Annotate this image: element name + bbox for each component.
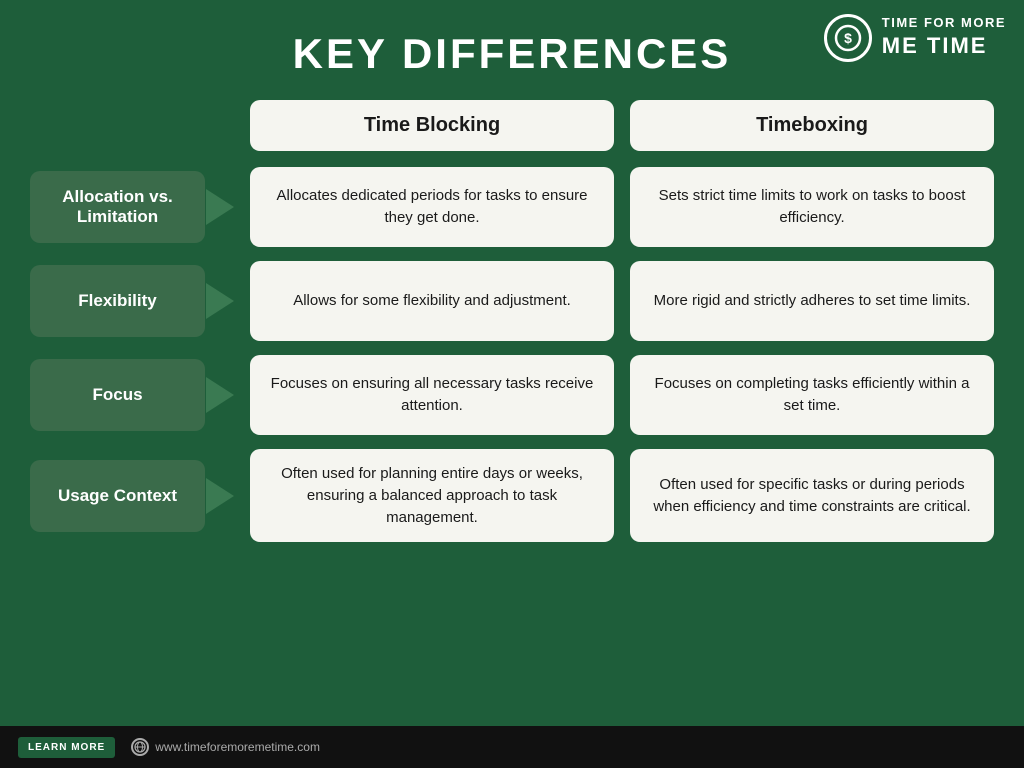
table-row: Focus Focuses on ensuring all necessary …: [30, 355, 994, 435]
cell-time-blocking-2: Focuses on ensuring all necessary tasks …: [250, 355, 614, 435]
cell-time-blocking-0: Allocates dedicated periods for tasks to…: [250, 167, 614, 247]
row-label-allocation: Allocation vs. Limitation: [30, 171, 205, 243]
row-cells: Allows for some flexibility and adjustme…: [250, 261, 994, 341]
cell-time-blocking-3: Often used for planning entire days or w…: [250, 449, 614, 542]
logo-line1: TIME FOR MORE: [882, 15, 1006, 32]
table-row: Usage Context Often used for planning en…: [30, 449, 994, 542]
row-arrow-icon: [206, 478, 234, 514]
svg-text:$: $: [844, 30, 852, 46]
cell-time-blocking-1: Allows for some flexibility and adjustme…: [250, 261, 614, 341]
row-arrow-icon: [206, 189, 234, 225]
logo-line2: ME TIME: [882, 32, 1006, 61]
bottom-bar: LEARN MORE www.timeforemoremetime.com: [0, 726, 1024, 768]
row-cells: Allocates dedicated periods for tasks to…: [250, 167, 994, 247]
page-wrapper: $ TIME FOR MORE ME TIME KEY DIFFERENCES …: [0, 0, 1024, 768]
row-cells: Focuses on ensuring all necessary tasks …: [250, 355, 994, 435]
cell-timeboxing-1: More rigid and strictly adheres to set t…: [630, 261, 994, 341]
cell-timeboxing-3: Often used for specific tasks or during …: [630, 449, 994, 542]
cell-timeboxing-2: Focuses on completing tasks efficiently …: [630, 355, 994, 435]
logo-text: TIME FOR MORE ME TIME: [882, 15, 1006, 60]
rows-container: Allocation vs. Limitation Allocates dedi…: [30, 167, 994, 542]
row-arrow-icon: [206, 377, 234, 413]
row-label-flexibility: Flexibility: [30, 265, 205, 337]
row-label-wrap: Focus: [30, 359, 220, 431]
table-row: Flexibility Allows for some flexibility …: [30, 261, 994, 341]
website-url-text: www.timeforemoremetime.com: [155, 740, 320, 754]
row-label-wrap: Flexibility: [30, 265, 220, 337]
row-cells: Often used for planning entire days or w…: [250, 449, 994, 542]
col-header-time-blocking: Time Blocking: [250, 100, 614, 151]
row-label-usage-context: Usage Context: [30, 460, 205, 532]
column-headers: Time Blocking Timeboxing: [250, 100, 994, 151]
row-label-wrap: Usage Context: [30, 460, 220, 532]
row-label-focus: Focus: [30, 359, 205, 431]
cell-timeboxing-0: Sets strict time limits to work on tasks…: [630, 167, 994, 247]
learn-more-button[interactable]: LEARN MORE: [18, 737, 115, 758]
row-arrow-icon: [206, 283, 234, 319]
row-label-wrap: Allocation vs. Limitation: [30, 171, 220, 243]
col-header-timeboxing: Timeboxing: [630, 100, 994, 151]
table-row: Allocation vs. Limitation Allocates dedi…: [30, 167, 994, 247]
logo-icon: $: [824, 14, 872, 62]
logo-area: $ TIME FOR MORE ME TIME: [824, 14, 1006, 62]
website-url: www.timeforemoremetime.com: [131, 738, 320, 756]
website-icon: [131, 738, 149, 756]
